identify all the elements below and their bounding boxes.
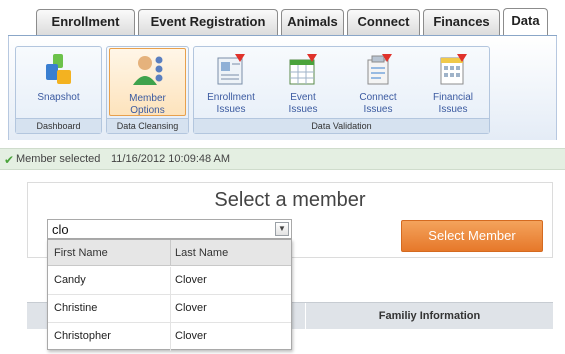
group-data-cleansing: Member Options Data Cleansing	[106, 46, 189, 134]
checkmark-icon: ✔	[4, 153, 15, 167]
first-name-cell: Candy	[54, 274, 86, 286]
member-search-combo[interactable]: clo ▼	[47, 219, 292, 239]
financial-issues-button[interactable]: Financial Issues	[420, 48, 486, 116]
status-bar: ✔ Member selected 11/16/2012 10:09:48 AM	[0, 148, 565, 170]
member-options-label-2: Options	[130, 105, 165, 116]
column-first-name: First Name	[54, 247, 108, 259]
family-information-header: Familiy Information	[305, 303, 553, 330]
enrollment-issues-label-2: Issues	[216, 104, 246, 115]
connect-issues-button[interactable]: Connect Issues	[345, 48, 411, 116]
tab-finances[interactable]: Finances	[423, 9, 500, 35]
member-options-button[interactable]: Member Options	[109, 48, 186, 116]
event-issues-icon	[289, 54, 317, 85]
connect-issues-label-2: Issues	[363, 104, 393, 115]
tab-data[interactable]: Data	[503, 8, 548, 36]
ribbon: Snapshot Dashboard Member Options Data C…	[8, 36, 557, 140]
event-issues-label-1: Event	[290, 92, 316, 103]
first-name-cell: Christopher	[54, 330, 111, 342]
snapshot-button[interactable]: Snapshot	[19, 48, 98, 116]
select-member-button[interactable]: Select Member	[401, 220, 543, 252]
member-search-value[interactable]: clo	[52, 222, 69, 237]
first-name-cell: Christine	[54, 302, 98, 314]
group-data-validation: Enrollment Issues Event Issues Connect I…	[193, 46, 490, 134]
list-item[interactable]: Christine Clover	[48, 295, 291, 323]
status-timestamp: 11/16/2012 10:09:48 AM	[111, 153, 231, 165]
snapshot-icon	[45, 54, 71, 84]
enrollment-issues-button[interactable]: Enrollment Issues	[198, 48, 264, 116]
connect-issues-label-1: Connect	[359, 92, 397, 103]
event-issues-label-2: Issues	[288, 104, 318, 115]
member-options-label-1: Member	[129, 93, 166, 104]
tab-strip: Enrollment Event Registration Animals Co…	[0, 0, 565, 37]
financial-issues-label-2: Issues	[438, 104, 468, 115]
group-label-data-validation: Data Validation	[194, 118, 489, 133]
enrollment-issues-icon	[217, 54, 245, 85]
connect-issues-icon	[367, 54, 392, 85]
last-name-cell: Clover	[175, 274, 207, 286]
group-label-data-cleansing: Data Cleansing	[107, 118, 188, 133]
tab-enrollment[interactable]: Enrollment	[36, 9, 135, 35]
tab-animals[interactable]: Animals	[281, 9, 344, 35]
member-dropdown-list: First Name Last Name Candy Clover Christ…	[47, 239, 292, 351]
financial-issues-label-1: Financial	[432, 92, 474, 103]
tab-connect[interactable]: Connect	[347, 9, 420, 35]
member-options-icon	[132, 56, 162, 85]
dropdown-header: First Name Last Name	[48, 240, 291, 266]
status-message: Member selected	[16, 153, 101, 165]
last-name-cell: Clover	[175, 302, 207, 314]
panel-title: Select a member	[214, 189, 366, 211]
chevron-down-icon[interactable]: ▼	[275, 222, 289, 236]
list-item[interactable]: Candy Clover	[48, 267, 291, 295]
financial-issues-icon	[440, 54, 467, 85]
last-name-cell: Clover	[175, 330, 207, 342]
group-dashboard: Snapshot Dashboard	[15, 46, 102, 134]
tab-event-registration[interactable]: Event Registration	[138, 9, 278, 35]
snapshot-label: Snapshot	[37, 92, 80, 103]
event-issues-button[interactable]: Event Issues	[270, 48, 336, 116]
enrollment-issues-label-1: Enrollment	[207, 92, 255, 103]
list-item[interactable]: Christopher Clover	[48, 323, 291, 351]
group-label-dashboard: Dashboard	[16, 118, 101, 133]
column-last-name: Last Name	[175, 247, 229, 259]
